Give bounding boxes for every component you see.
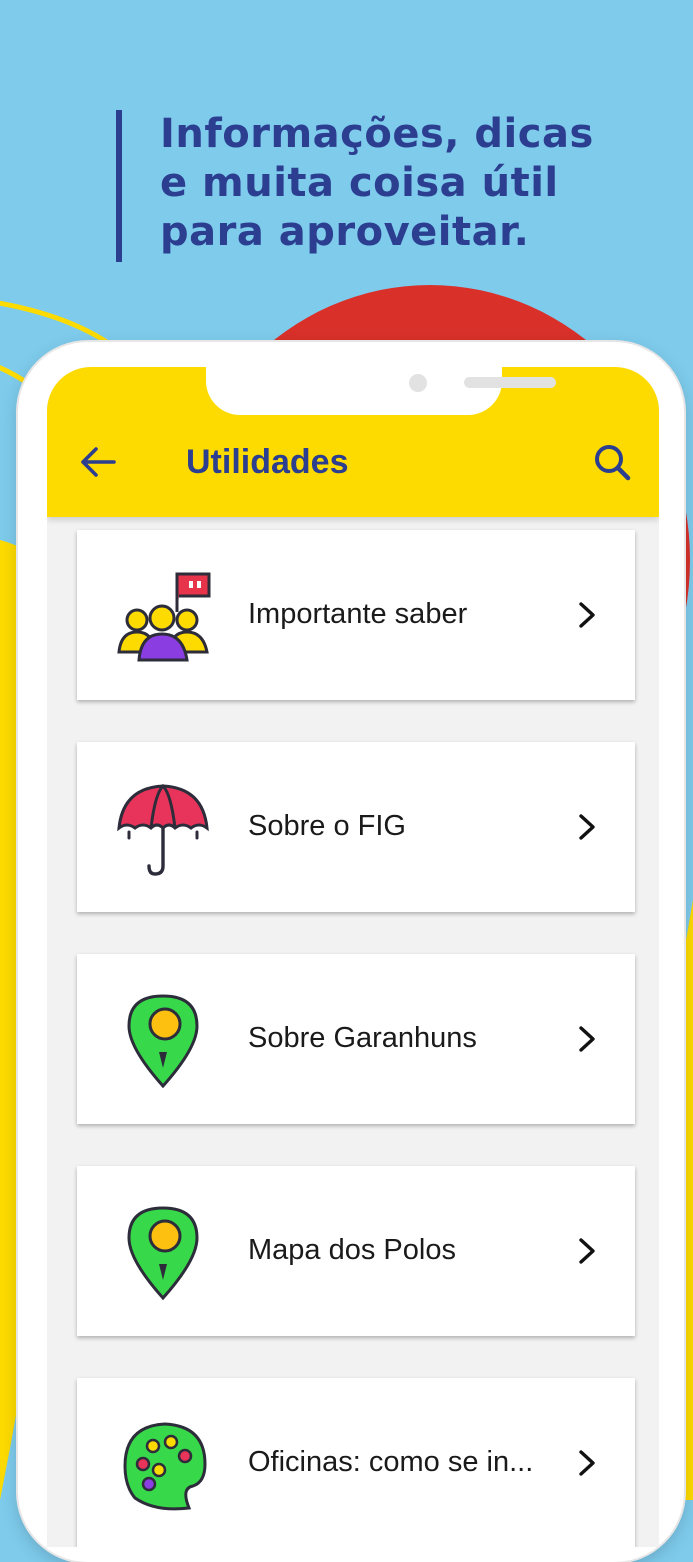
chevron-right-icon xyxy=(579,1450,595,1476)
headline-line-1: Informações, dicas xyxy=(160,111,594,157)
headline-line-2: e muita coisa útil xyxy=(160,160,559,206)
map-pin-icon xyxy=(127,1206,199,1300)
chevron-right-icon xyxy=(579,602,595,628)
promo-headline-block: Informações, dicas e muita coisa útil pa… xyxy=(116,110,594,262)
list-item-sobre-garanhuns[interactable]: Sobre Garanhuns xyxy=(77,954,635,1124)
group-with-flag-icon xyxy=(117,572,211,662)
arrow-left-icon xyxy=(81,447,116,477)
headline-line-3: para aproveitar. xyxy=(160,209,530,255)
list-item-label: Oficinas: como se in... xyxy=(248,1446,534,1478)
speaker-grill xyxy=(464,377,556,388)
phone-frame: Utilidades Importante saber Sobre o FIG … xyxy=(18,342,684,1562)
palette-icon xyxy=(123,1422,207,1511)
promo-headline: Informações, dicas e muita coisa útil pa… xyxy=(160,110,594,257)
chevron-right-icon xyxy=(579,1026,595,1052)
app-screen: Utilidades Importante saber Sobre o FIG … xyxy=(47,367,659,1547)
list-item-label: Sobre Garanhuns xyxy=(248,1022,477,1054)
list-item-label: Importante saber xyxy=(248,598,468,630)
list-item-mapa-dos-polos[interactable]: Mapa dos Polos xyxy=(77,1166,635,1336)
app-top-bar: Utilidades xyxy=(47,367,659,517)
list-item-sobre-o-fig[interactable]: Sobre o FIG xyxy=(77,742,635,912)
camera-dot xyxy=(409,374,427,392)
list-item-oficinas[interactable]: Oficinas: como se in... xyxy=(77,1378,635,1547)
back-button[interactable] xyxy=(77,441,119,483)
list-item-label: Mapa dos Polos xyxy=(248,1234,456,1266)
chevron-right-icon xyxy=(579,814,595,840)
list-item-importante-saber[interactable]: Importante saber xyxy=(77,530,635,700)
map-pin-icon xyxy=(127,994,199,1088)
search-icon xyxy=(595,445,631,481)
phone-notch xyxy=(206,367,556,415)
search-button[interactable] xyxy=(589,439,635,485)
page-title: Utilidades xyxy=(186,443,349,481)
umbrella-icon xyxy=(117,783,209,876)
chevron-right-icon xyxy=(579,1238,595,1264)
list-item-label: Sobre o FIG xyxy=(248,810,406,842)
